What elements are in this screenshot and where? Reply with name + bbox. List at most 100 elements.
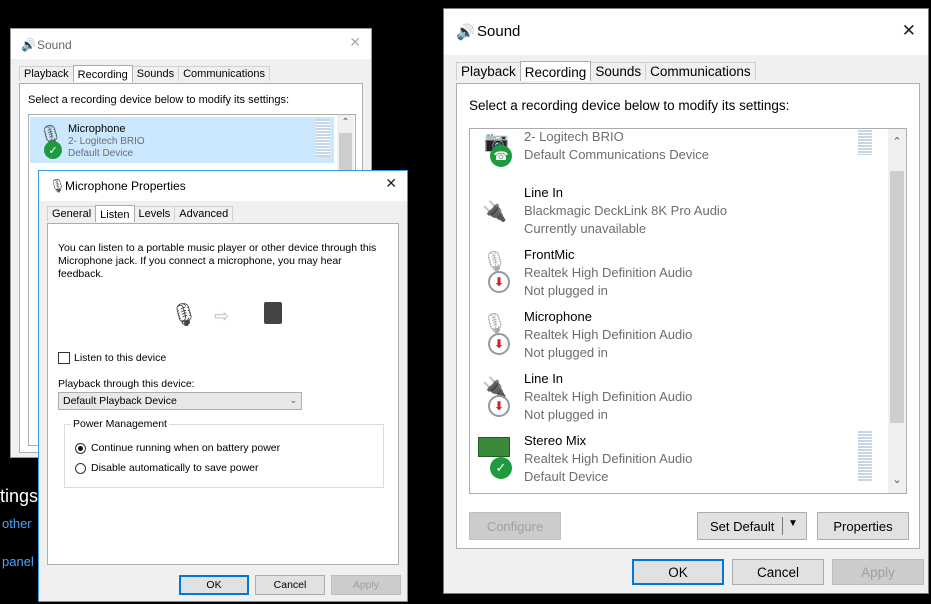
tab-playback[interactable]: Playback [456, 62, 521, 80]
scroll-down-icon[interactable]: ⌄ [888, 473, 906, 486]
device-name: Line In [524, 185, 564, 200]
apply-button[interactable]: Apply [832, 559, 924, 585]
device-line1: 2- Logitech BRIO [68, 136, 145, 147]
props-tab-panel: You can listen to a portable music playe… [47, 223, 399, 565]
device-row[interactable]: 📷 ☎ 2- Logitech BRIO Default Communicati… [470, 129, 886, 181]
device-line2: Not plugged in [524, 283, 608, 298]
device-row-selected[interactable]: 🎙 ✓ Microphone 2- Logitech BRIO Default … [30, 117, 334, 163]
instruction-text: Select a recording device below to modif… [469, 98, 790, 113]
device-name: 2- Logitech BRIO [524, 129, 624, 144]
tab-strip: Playback Recording Sounds Communications [456, 61, 756, 81]
bg-other-link[interactable]: other [2, 516, 32, 531]
radio-continue-label: Continue running when on battery power [91, 442, 281, 454]
device-line1: Realtek High Definition Audio [524, 389, 693, 404]
set-default-button[interactable]: Set Default ▼ [697, 512, 807, 540]
ok-button[interactable]: OK [632, 559, 724, 585]
chevron-down-icon: ⌄ [289, 395, 297, 405]
window-title: Sound [477, 23, 521, 40]
props-window-title: Microphone Properties [65, 179, 186, 193]
scroll-thumb[interactable] [339, 133, 352, 173]
scrollbar[interactable]: ⌃ ⌄ [888, 129, 906, 493]
device-row[interactable]: 🎙 ⬇ FrontMic Realtek High Definition Aud… [470, 243, 886, 305]
window-title: Sound [37, 38, 72, 52]
tab-panel: Select a recording device below to modif… [456, 83, 920, 549]
properties-button[interactable]: Properties [817, 512, 909, 540]
dropdown-arrow-icon[interactable]: ▼ [788, 518, 798, 529]
device-line1: Realtek High Definition Audio [524, 451, 693, 466]
speaker-icon: 🔊 [456, 24, 475, 41]
props-title-bar: 🎙 Microphone Properties ✕ [39, 171, 407, 201]
check-icon: ✓ [44, 141, 62, 159]
cancel-button[interactable]: Cancel [732, 559, 824, 585]
power-management-group: Power Management Continue running when o… [64, 418, 384, 488]
level-meter [858, 431, 872, 481]
playback-select[interactable]: Default Playback Device ⌄ [58, 392, 302, 410]
down-arrow-icon: ⬇ [488, 333, 510, 355]
tab-communications[interactable]: Communications [645, 62, 756, 80]
radio-disable[interactable] [75, 463, 86, 474]
device-line2: Not plugged in [524, 407, 608, 422]
line-in-icon: 🔌 [482, 201, 507, 223]
radio-disable-label: Disable automatically to save power [91, 462, 259, 474]
tab-communications[interactable]: Communications [178, 66, 271, 81]
tab-general[interactable]: General [47, 206, 97, 221]
tab-recording[interactable]: Recording [519, 61, 592, 81]
tab-strip: Playback Recording Sounds Communications [19, 65, 271, 82]
device-status: Default Communications Device [524, 147, 709, 162]
device-line2: Currently unavailable [524, 221, 647, 236]
title-bar: 🔊 Sound ✕ [11, 29, 371, 59]
device-row[interactable]: 🔌 ⬇ Line In Realtek High Definition Audi… [470, 367, 886, 429]
configure-button[interactable]: Configure [469, 512, 561, 540]
bg-settings-text: tings [0, 486, 39, 506]
device-row[interactable]: ✓ Stereo Mix Realtek High Definition Aud… [470, 429, 886, 491]
tab-recording[interactable]: Recording [72, 65, 133, 82]
level-meter [316, 119, 330, 157]
device-name: Microphone [524, 309, 592, 324]
device-list: 📷 ☎ 2- Logitech BRIO Default Communicati… [469, 128, 907, 494]
device-row[interactable]: 🔌 Line In Blackmagic DeckLink 8K Pro Aud… [470, 181, 886, 243]
device-line1: Realtek High Definition Audio [524, 265, 693, 280]
device-name: Microphone [68, 123, 126, 135]
microphone-icon: 🎙 [482, 251, 508, 273]
playback-select-value: Default Playback Device [63, 395, 177, 407]
listen-checkbox[interactable] [58, 352, 70, 364]
device-name: Stereo Mix [524, 433, 587, 448]
scroll-up-icon[interactable]: ⌃ [337, 117, 354, 128]
ok-button[interactable]: OK [179, 575, 249, 595]
scroll-up-icon[interactable]: ⌃ [888, 135, 906, 148]
down-arrow-icon: ⬇ [488, 395, 510, 417]
scroll-thumb[interactable] [890, 171, 904, 423]
device-line1: Realtek High Definition Audio [524, 327, 693, 342]
sound-window: 🔊 Sound ✕ Playback Recording Sounds Comm… [443, 8, 929, 594]
listen-description: You can listen to a portable music playe… [58, 242, 377, 280]
tab-advanced[interactable]: Advanced [174, 206, 234, 221]
board-icon [478, 437, 510, 457]
tab-sounds[interactable]: Sounds [590, 62, 647, 80]
tab-playback[interactable]: Playback [19, 66, 74, 81]
down-arrow-icon: ⬇ [488, 271, 510, 293]
split-divider [782, 517, 783, 535]
device-line2: Not plugged in [524, 345, 608, 360]
device-name: FrontMic [524, 247, 575, 262]
tab-listen[interactable]: Listen [95, 205, 135, 222]
apply-button[interactable]: Apply [331, 575, 401, 595]
microphone-icon: 🎙 [49, 178, 66, 193]
check-icon: ✓ [490, 457, 512, 479]
speaker-icon: 🔊 [21, 38, 36, 52]
close-icon[interactable]: ✕ [902, 21, 916, 41]
device-row[interactable]: 🎙 ⬇ Microphone Realtek High Definition A… [470, 305, 886, 367]
speaker-icon [264, 302, 282, 324]
bg-panel-link[interactable]: panel [2, 554, 34, 569]
microphone-properties-window: 🎙 Microphone Properties ✕ General Listen… [38, 170, 408, 602]
close-icon[interactable]: ✕ [385, 176, 397, 192]
radio-continue[interactable] [75, 443, 86, 454]
tab-sounds[interactable]: Sounds [131, 66, 180, 81]
microphone-icon: 🎙 [482, 313, 508, 335]
close-icon[interactable]: ✕ [349, 35, 361, 51]
tab-levels[interactable]: Levels [133, 206, 176, 221]
device-line2: Default Device [68, 148, 134, 159]
instruction-text: Select a recording device below to modif… [28, 94, 290, 106]
cancel-button[interactable]: Cancel [255, 575, 325, 595]
level-meter [858, 129, 872, 155]
device-name: Line In [524, 371, 564, 386]
